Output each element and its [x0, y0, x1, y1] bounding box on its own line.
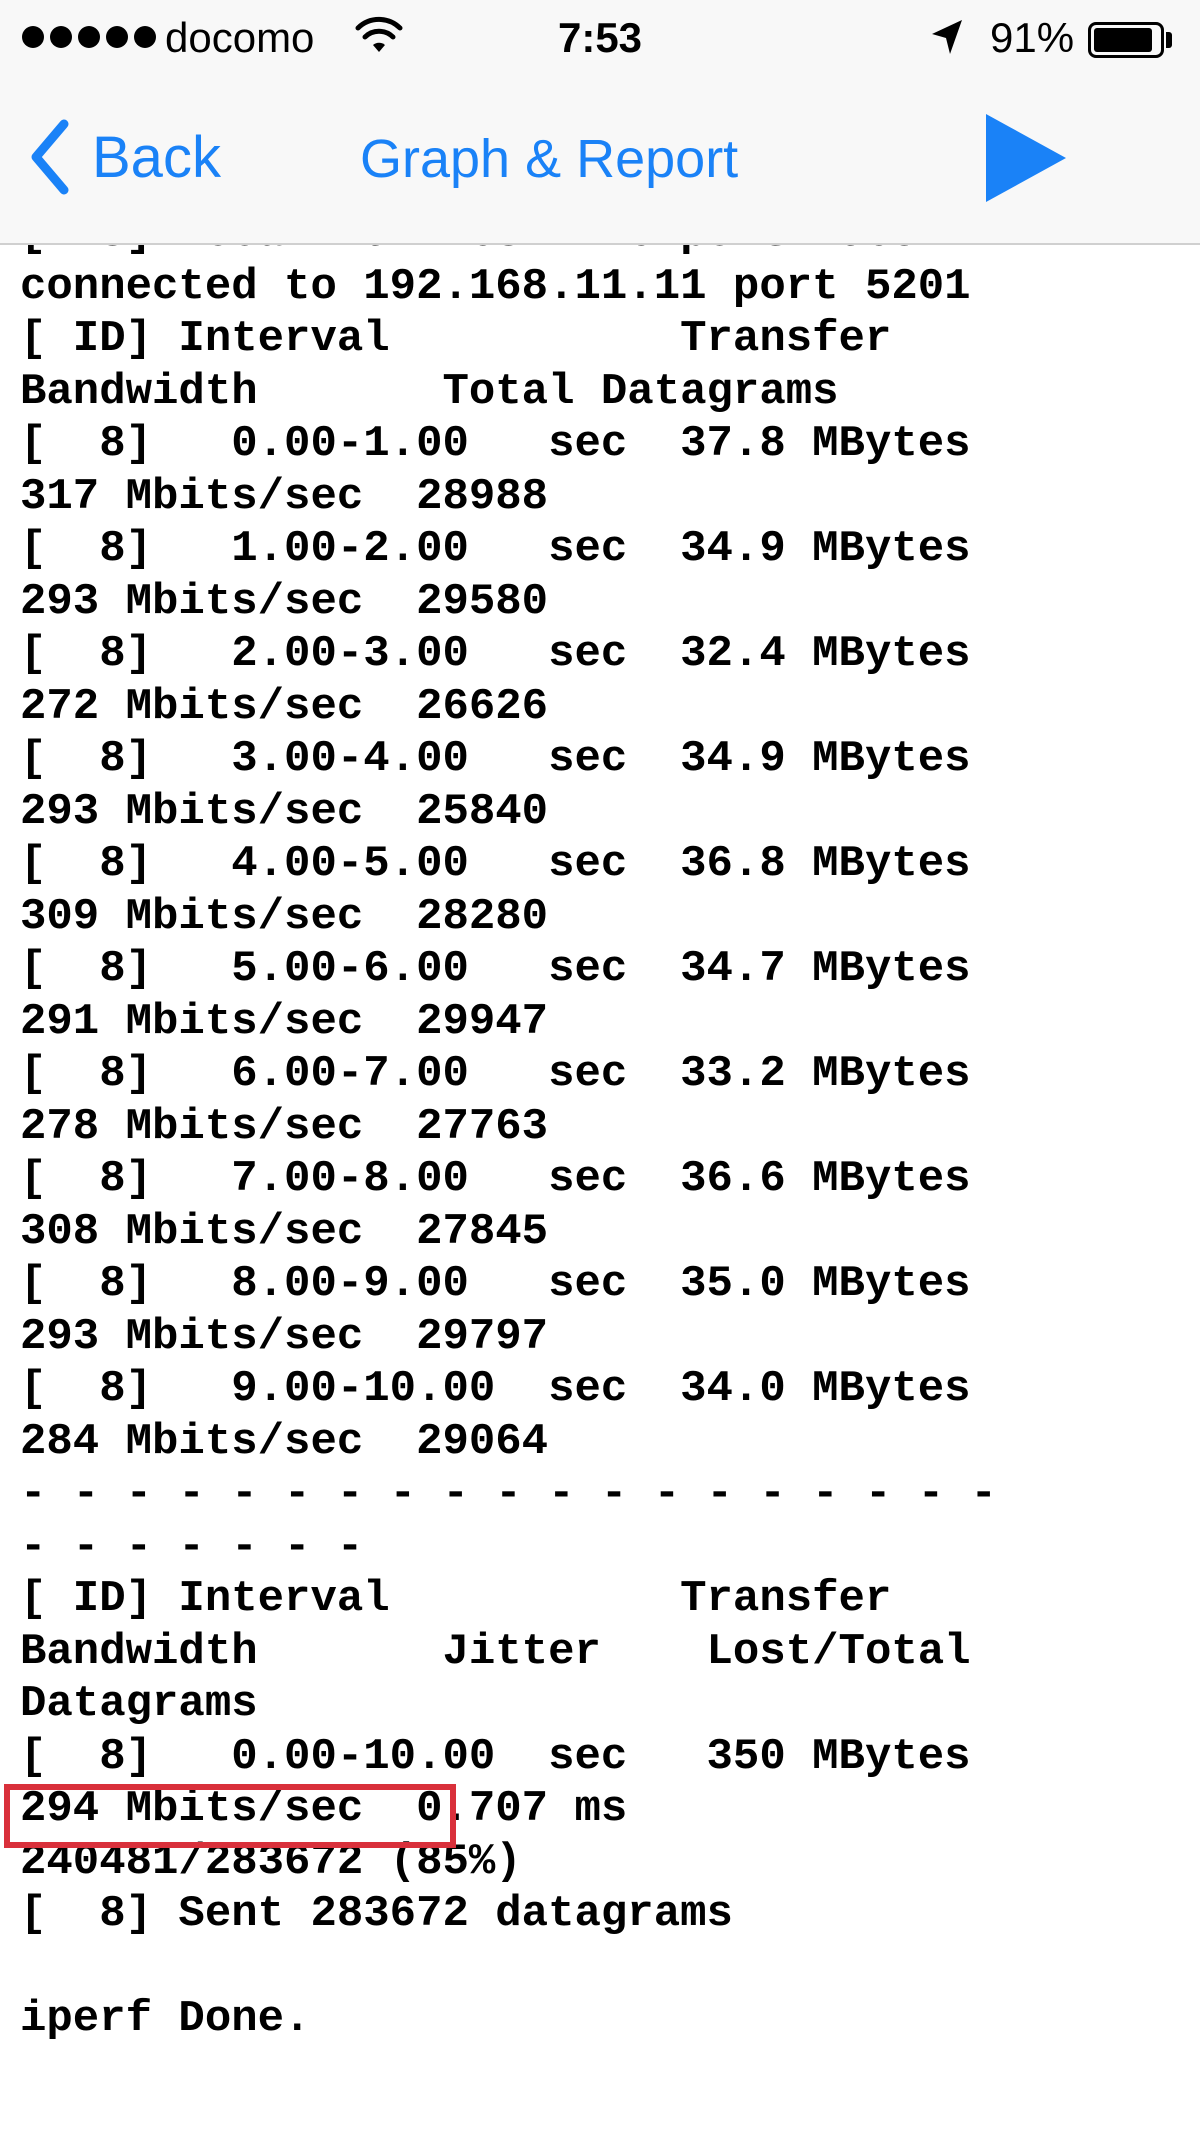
console-line: [ 8] 1.00-2.00 sec 34.9 MBytes	[20, 524, 971, 574]
status-bar: docomo 7:53 91%	[0, 0, 1200, 80]
play-icon	[986, 114, 1066, 202]
back-button-label: Back	[92, 124, 221, 190]
console-line: [ 8] 0.00-1.00 sec 37.8 MBytes	[20, 419, 971, 469]
console-line: iperf Done.	[20, 1994, 311, 2044]
bandwidth-highlight-box	[4, 1784, 456, 1848]
console-line: [ 8] 4.00-5.00 sec 36.8 MBytes	[20, 839, 971, 889]
console-line: 309 Mbits/sec 28280	[20, 891, 549, 942]
console-line: Datagrams	[20, 1679, 258, 1729]
console-line: [ 8] 8.00-9.00 sec 35.0 MBytes	[20, 1259, 971, 1309]
console-line: 278 Mbits/sec 27763	[20, 1101, 549, 1152]
console-line: 284 Mbits/sec 29064	[20, 1416, 549, 1467]
console-line: [ ID] Interval Transfer	[20, 314, 892, 364]
page-title: Graph & Report	[360, 129, 739, 189]
console-line: [ 8] Sent 283672 datagrams	[20, 1889, 733, 1939]
location-arrow-icon	[930, 18, 964, 66]
run-test-button[interactable]	[980, 110, 1070, 206]
console-line: - - - - - - -	[20, 1521, 364, 1572]
console-line: Bandwidth Total Datagrams	[20, 366, 839, 417]
console-line: [ 8] 0.00-10.00 sec 350 MBytes	[20, 1731, 971, 1782]
console-line: 317 Mbits/sec 28988	[20, 471, 549, 522]
console-line: 308 Mbits/sec 27845	[20, 1206, 549, 1257]
console-line: 293 Mbits/sec 25840	[20, 786, 549, 837]
console-line: [ 8] 9.00-10.00 sec 34.0 MBytes	[20, 1364, 971, 1414]
console-line: [ 8] 5.00-6.00 sec 34.7 MBytes	[20, 944, 971, 994]
battery-cap	[1166, 32, 1172, 48]
console-line: [ 8] 6.00-7.00 sec 33.2 MBytes	[20, 1049, 971, 1099]
console-line: [ ID] Interval Transfer	[20, 1574, 892, 1624]
console-line: 293 Mbits/sec 29580	[20, 576, 549, 627]
battery-icon	[1088, 22, 1164, 58]
console-line: [ 8] 2.00-3.00 sec 32.4 MBytes	[20, 629, 971, 679]
console-line: 293 Mbits/sec 29797	[20, 1311, 549, 1362]
navigation-header: docomo 7:53 91% Back Graph & Report	[0, 0, 1200, 245]
console-text: [ 8] local 192.168.11.6 port 49654connec…	[0, 208, 1200, 2046]
back-button[interactable]: Back	[28, 112, 221, 202]
console-line: - - - - - - - - - - - - - - - - - - -	[20, 1469, 997, 1519]
chevron-left-icon	[31, 119, 69, 195]
console-line: 291 Mbits/sec 29947	[20, 996, 549, 1047]
console-line: [ 8] 3.00-4.00 sec 34.9 MBytes	[20, 734, 971, 784]
console-line: Bandwidth Jitter Lost/Total	[20, 1626, 971, 1677]
console-line: [ 8] 7.00-8.00 sec 36.6 MBytes	[20, 1154, 971, 1204]
battery-percent: 91%	[990, 14, 1075, 61]
console-line: 272 Mbits/sec 26626	[20, 681, 549, 732]
console-line: connected to 192.168.11.11 port 5201	[20, 261, 971, 312]
